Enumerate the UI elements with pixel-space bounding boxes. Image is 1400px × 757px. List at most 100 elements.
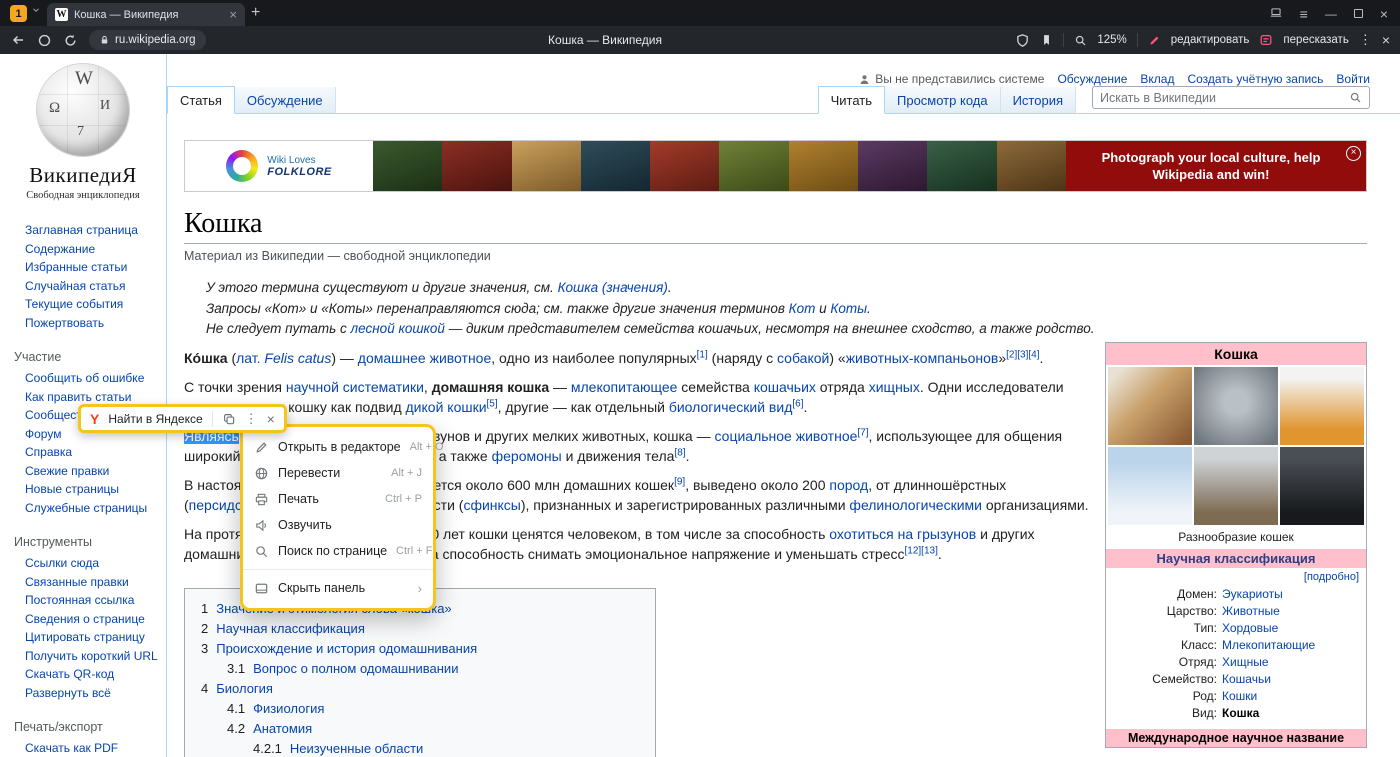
- reload-button[interactable]: [63, 33, 78, 48]
- sidebar-link[interactable]: Ссылки сюда: [25, 556, 99, 570]
- sidebar-link[interactable]: Сообщить об ошибке: [25, 371, 144, 385]
- personal-link-talk[interactable]: Обсуждение: [1057, 72, 1127, 86]
- menu-item-translate[interactable]: Перевести Alt + J: [243, 460, 433, 486]
- edit-page-button[interactable]: редактировать: [1171, 34, 1250, 46]
- sidebar-link[interactable]: Скачать как PDF: [25, 741, 118, 755]
- zoom-magnifier-icon[interactable]: [1074, 34, 1087, 47]
- sidebar-link[interactable]: Справка: [25, 445, 72, 459]
- toc-link[interactable]: Биология: [216, 681, 273, 696]
- sidebar-link[interactable]: Случайная статья: [25, 279, 125, 293]
- protect-shield-icon[interactable]: [1015, 33, 1030, 48]
- back-button[interactable]: [10, 32, 26, 48]
- find-in-yandex-button[interactable]: Найти в Яндексе: [108, 412, 202, 426]
- sidebar-link[interactable]: Развернуть всё: [25, 686, 111, 700]
- retell-button[interactable]: пересказать: [1283, 34, 1348, 46]
- profile-circle-icon[interactable]: [37, 33, 52, 48]
- zoom-level[interactable]: 125%: [1097, 34, 1126, 46]
- sidebar-link[interactable]: Связанные правки: [25, 575, 129, 589]
- maximize-button[interactable]: [1354, 9, 1363, 18]
- copy-icon[interactable]: [222, 412, 236, 426]
- menu-item-open-in-editor[interactable]: Открыть в редакторе Alt + O: [243, 434, 433, 460]
- taxon-link[interactable]: Животные: [1222, 603, 1280, 620]
- toolbar-more-icon[interactable]: ⋮: [245, 411, 258, 427]
- wikipedia-logo[interactable]: WΩИ7 ВикипедиЯ Свободная энциклопедия: [0, 64, 166, 201]
- cat-photo: [1108, 447, 1192, 525]
- minimize-button[interactable]: —: [1325, 8, 1337, 20]
- sidebar-participation-list: Сообщить об ошибкеКак править статьиСооб…: [0, 369, 166, 517]
- yandex-logo-icon[interactable]: Y: [90, 411, 99, 427]
- sidebar-link[interactable]: Избранные статьи: [25, 260, 127, 274]
- toc-link[interactable]: Вопрос о полном одомашнивании: [253, 661, 458, 676]
- retell-icon[interactable]: [1259, 33, 1273, 47]
- bookmark-flag-icon[interactable]: [1040, 33, 1053, 47]
- taxon-link[interactable]: Кошачьи: [1222, 671, 1271, 688]
- lock-icon: [99, 34, 110, 46]
- login-status: Вы не представились системе: [858, 72, 1044, 86]
- toc-link[interactable]: Происхождение и история одомашнивания: [216, 641, 477, 656]
- taxon-link[interactable]: Хищные: [1222, 654, 1269, 671]
- wiki-loves-folklore-banner[interactable]: Wiki Loves FOLKLORE Photograph your loca…: [184, 140, 1367, 192]
- window-close-button[interactable]: ×: [1380, 8, 1388, 20]
- menu-item-print[interactable]: Печать Ctrl + P: [243, 486, 433, 512]
- menu-item-hide-panel[interactable]: Скрыть панель ›: [243, 575, 433, 601]
- browser-tab[interactable]: W Кошка — Википедия ×: [47, 3, 245, 26]
- devices-icon[interactable]: [1269, 6, 1283, 21]
- sidebar-link[interactable]: Служебные страницы: [25, 501, 147, 515]
- sidebar-link[interactable]: Получить короткий URL: [25, 649, 158, 663]
- more-menu-icon[interactable]: ⋮: [1359, 32, 1372, 48]
- search-icon: [254, 544, 269, 559]
- sidebar-link[interactable]: Постоянная ссылка: [25, 593, 134, 607]
- taxon-link[interactable]: Хордовые: [1222, 620, 1278, 637]
- speaker-icon: [254, 518, 269, 533]
- sidebar-link[interactable]: Сведения о странице: [25, 612, 145, 626]
- tab-discussion[interactable]: Обсуждение: [235, 87, 336, 113]
- tab-history[interactable]: История: [1001, 87, 1076, 113]
- browser-menu-icon[interactable]: ≡: [1300, 8, 1308, 20]
- close-toolbar-icon[interactable]: ×: [1382, 34, 1390, 46]
- wiki-search-input[interactable]: [1100, 91, 1349, 105]
- edit-pencil-icon[interactable]: [1148, 34, 1161, 47]
- banner-close-icon[interactable]: ×: [1346, 146, 1361, 161]
- personal-link-contribs[interactable]: Вклад: [1140, 72, 1174, 86]
- menu-item-find-on-page[interactable]: Поиск по странице Ctrl + F: [243, 538, 433, 564]
- tab-read[interactable]: Читать: [818, 86, 885, 114]
- tab-view-source[interactable]: Просмотр кода: [885, 87, 1001, 113]
- wiki-search-box[interactable]: [1092, 86, 1370, 109]
- details-link[interactable]: [подробно]: [1304, 571, 1359, 583]
- sidebar-link[interactable]: Скачать QR-код: [25, 667, 114, 681]
- personal-link-create-account[interactable]: Создать учётную запись: [1187, 72, 1323, 86]
- folklore-logo: Wiki Loves FOLKLORE: [185, 141, 373, 191]
- sidebar-link[interactable]: Как править статьи: [25, 390, 131, 404]
- sidebar-link[interactable]: Заглавная страница: [25, 223, 138, 237]
- divider: [1063, 33, 1064, 47]
- new-tab-button[interactable]: +: [251, 4, 260, 22]
- sidebar-link[interactable]: Форум: [25, 427, 61, 441]
- translate-globe-icon: [254, 466, 269, 481]
- tab-counter-button[interactable]: 1: [10, 5, 27, 22]
- sidebar-link[interactable]: Текущие события: [25, 297, 123, 311]
- tabs-dropdown-icon[interactable]: [31, 2, 41, 20]
- yandex-find-toolbar[interactable]: Y Найти в Яндексе ⋮ ×: [78, 404, 287, 433]
- toc-link[interactable]: Научная классификация: [216, 621, 365, 636]
- taxon-link[interactable]: Кошки: [1222, 688, 1257, 705]
- sidebar-link[interactable]: Содержание: [25, 242, 95, 256]
- wikipedia-tagline: Свободная энциклопедия: [0, 190, 166, 201]
- tab-article[interactable]: Статья: [167, 86, 235, 114]
- personal-link-login[interactable]: Войти: [1336, 72, 1370, 86]
- toc-link[interactable]: Физиология: [253, 701, 324, 716]
- taxon-link[interactable]: Млекопитающие: [1222, 637, 1315, 654]
- tab-close-icon[interactable]: ×: [229, 8, 237, 21]
- toc-link[interactable]: Неизученные области: [290, 741, 423, 756]
- menu-item-read-aloud[interactable]: Озвучить: [243, 512, 433, 538]
- taxon-link[interactable]: Эукариоты: [1222, 586, 1283, 603]
- hatnote: Запросы «Кот» и «Коты» перенаправляются …: [184, 299, 1367, 320]
- sidebar-link[interactable]: Новые страницы: [25, 482, 119, 496]
- url-chip[interactable]: ru.wikipedia.org: [89, 30, 206, 50]
- toc-link[interactable]: Анатомия: [253, 721, 312, 736]
- sidebar-link[interactable]: Свежие правки: [25, 464, 109, 478]
- sidebar-link[interactable]: Цитировать страницу: [25, 630, 145, 644]
- addressbar-actions: 125% редактировать пересказать ⋮ ×: [1015, 32, 1390, 48]
- search-icon[interactable]: [1349, 91, 1362, 104]
- sidebar-link[interactable]: Пожертвовать: [25, 316, 104, 330]
- toolbar-close-icon[interactable]: ×: [267, 411, 275, 427]
